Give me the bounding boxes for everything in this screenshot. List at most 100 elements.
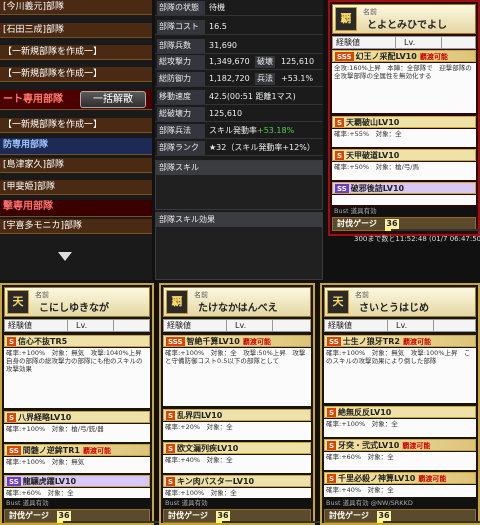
card-name: さいとうはじめ — [359, 303, 429, 314]
skill-row[interactable]: S キン肉バスターLV10 — [163, 475, 311, 487]
unit-row[interactable]: [宇喜多モニカ]部隊 — [0, 219, 152, 234]
skill-badge: S — [335, 151, 345, 160]
panel-header: 部隊スキル — [156, 161, 322, 175]
stat-key: 部隊ランク — [157, 141, 205, 155]
member-card[interactable]: 覇 名前 たけなかはんべえ 経験値 Lv. SSS 智絶千算LV10 覇渡可能 確率:… — [159, 283, 326, 525]
stat-value: 125,610 — [209, 109, 243, 118]
stat-tag: 破壊 — [255, 56, 275, 68]
skill-badge: SSS — [166, 337, 185, 346]
skill-name: 士生ノ狼牙TR2 — [342, 337, 400, 346]
stat-key: 総防御力 — [157, 72, 205, 86]
member-card[interactable]: 天 名前 さいとうはじめ 経験値 Lv. SS 士生ノ狼牙TR2 覇渡可能 確率:+1… — [320, 283, 480, 525]
skill-badge: S — [7, 337, 17, 346]
skill-desc: 確率:+100% 対象：無気 攻撃:1040%上昇 自身の部隊の総攻撃力の部隊に… — [4, 348, 150, 408]
gauge-bar — [377, 521, 480, 523]
stat-value: 31,690 — [209, 41, 237, 50]
disband-all-button[interactable]: 一括解散 — [80, 91, 146, 108]
unit-row[interactable]: [甲斐姫]部隊 — [0, 180, 152, 195]
gauge-fill — [385, 229, 391, 231]
create-unit-row[interactable]: 【一新規部隊を作成一】 — [0, 118, 152, 133]
stat-row: 総破壊力 125,610 — [155, 106, 323, 122]
skill-desc: 確率:+50% 対象：槍/弓/馬 — [332, 162, 476, 180]
stat-value: ★32（スキル発動率+12%） — [209, 143, 315, 152]
skill-name: 智絶千算LV10 — [186, 337, 240, 346]
lv-value-box — [433, 320, 473, 331]
skill-row[interactable]: S 信心不抜TR5 — [4, 335, 150, 347]
stat-row: 移動速度 42.5(00:51 距離1マス) — [155, 89, 323, 105]
skill-desc: 確率:+100% 対象：槍/弓/銃/器 — [4, 424, 150, 442]
lv-value-box — [113, 320, 153, 331]
gauge-fill — [57, 521, 63, 523]
skill-name: 欧文漏列疾LV10 — [177, 444, 239, 453]
skill-desc: 確率:+40% 対象：全 — [324, 485, 476, 497]
skill-desc: 全攻:160%上昇 本陣：全部隊で 迎撃部隊の全攻撃部隊の全属性を無効化する — [332, 63, 476, 113]
gauge-bar — [385, 229, 480, 231]
skill-row[interactable]: S 乱界四LV10 — [163, 409, 311, 421]
unit-stats-panel: 部隊の状態 待機 部隊コスト 16.5 部隊兵数 31,690 総攻撃力 1,349,6… — [155, 0, 323, 280]
skill-desc: 確率:+60% 対象：全 — [4, 488, 150, 498]
gauge-fill — [377, 521, 383, 523]
skill-note: 覇渡可能 — [402, 442, 431, 450]
subjugation-gauge: 討伐ゲージ 36 — [324, 509, 480, 523]
create-unit-row[interactable]: 【一新規部隊を作成一】 — [0, 45, 152, 60]
skill-row[interactable]: S 千里必殺ノ神算LV10 覇渡可能 — [324, 472, 476, 484]
skill-row[interactable]: SS 破邪後詰LV10 — [332, 182, 476, 194]
skill-badge: SS — [327, 337, 341, 346]
skill-badge: SS — [335, 184, 349, 193]
gauge-bar — [216, 521, 326, 523]
lv-label: Lv. — [67, 320, 107, 331]
skill-name: 龍驤虎躍LV10 — [22, 477, 77, 486]
gauge-label: 討伐ゲージ — [337, 219, 377, 228]
skill-row[interactable]: SS 間髄ノ逆鉾TR1 覇渡可能 — [4, 444, 150, 456]
skill-desc: 確率:+100% 対象：無気 — [4, 457, 150, 473]
unit-row[interactable]: [石田三成]部隊 — [0, 23, 152, 38]
skill-badge: S — [327, 441, 337, 450]
skill-row[interactable]: SSS 智絶千算LV10 覇渡可能 — [163, 335, 311, 347]
skill-row[interactable]: S 八界経略LV10 — [4, 411, 150, 423]
unit-row-label: [石田三成]部隊 — [3, 25, 65, 35]
create-unit-row[interactable]: 【一新規部隊を作成一】 — [0, 67, 152, 82]
card-footer: Bust 道具有効 @NW/SRKKD — [324, 499, 476, 508]
stat-row: 部隊兵数 31,690 — [155, 38, 323, 54]
member-card[interactable]: 天 名前 こにしゆきなが 経験値 Lv. S 信心不抜TR5 確率:+100% 対象… — [0, 283, 167, 525]
card-name: とよとみひでよし — [367, 20, 447, 31]
unit-row[interactable]: [今川義元]部隊 — [0, 0, 152, 15]
skill-row[interactable]: S 天覇破山LV10 — [332, 116, 476, 128]
gauge-value: 36 — [385, 219, 399, 229]
skill-desc: 確率:+40% 対象：全 — [163, 455, 311, 473]
skill-name: 千里必殺ノ神算LV10 — [338, 474, 416, 483]
gauge-value: 36 — [57, 511, 71, 521]
skill-desc — [332, 195, 476, 205]
skill-note: 覇渡可能 — [82, 447, 111, 455]
gauge-bar — [57, 521, 167, 523]
scroll-down-icon[interactable] — [58, 252, 72, 261]
skill-row[interactable]: S 天甲破道LV10 — [332, 149, 476, 161]
subjugation-gauge: 討伐ゲージ 36 — [332, 217, 480, 231]
unit-list-panel: [今川義元]部隊 [石田三成]部隊 【一新規部隊を作成一】 【一新規部隊を作成一… — [0, 0, 152, 280]
skill-row[interactable]: SSS 幻王ノ采配LV10 覇渡可能 — [332, 50, 476, 62]
rarity-icon: 天 — [327, 290, 349, 314]
unit-row-label: 【一新規部隊を作成一】 — [3, 47, 103, 57]
skill-row[interactable]: S 牙突・弐式LV10 覇渡可能 — [324, 439, 476, 451]
skill-name: キン肉バスターLV10 — [177, 477, 255, 486]
skill-row[interactable]: SS 士生ノ狼牙TR2 覇渡可能 — [324, 335, 476, 347]
skill-desc: 確率:+100% 対象：全 攻撃:50%上昇 攻撃と守備防御コスト0.5以下の部… — [163, 348, 311, 406]
skill-row[interactable]: S 欧文漏列疾LV10 — [163, 442, 311, 454]
skill-row[interactable]: SS 龍驤虎躍LV10 — [4, 475, 150, 487]
rarity-icon: 覇 — [335, 7, 357, 31]
section-header: 撃専用部隊 — [0, 200, 152, 217]
stat-tag-value: +53.1% — [281, 74, 314, 83]
card-footer: Bust 道具有効 — [4, 499, 150, 508]
stat-row: 部隊ランク ★32（スキル発動率+12%） — [155, 140, 323, 156]
stat-value-extra: +53.18% — [257, 126, 295, 135]
skill-desc: 確率:+100% 対象：無気 攻撃:100%上昇 このスキルの攻撃効果により倒し… — [324, 348, 476, 403]
skill-row[interactable]: S 絶無反反LV10 — [324, 406, 476, 418]
unit-row[interactable]: [島津家久]部隊 — [0, 158, 152, 173]
subjugation-gauge: 討伐ゲージ 36 — [163, 509, 326, 523]
skill-name: 幻王ノ采配LV10 — [355, 52, 417, 61]
skill-badge: S — [327, 474, 337, 483]
stat-value-text: スキル発動率 — [209, 126, 257, 135]
unit-row-label: [島津家久]部隊 — [3, 160, 65, 170]
leader-card[interactable]: 覇 名前 とよとみひでよし 経験値 Lv. SSS 幻王ノ采配LV10 覇渡可能 全攻… — [328, 0, 480, 236]
skill-badge: S — [166, 411, 176, 420]
